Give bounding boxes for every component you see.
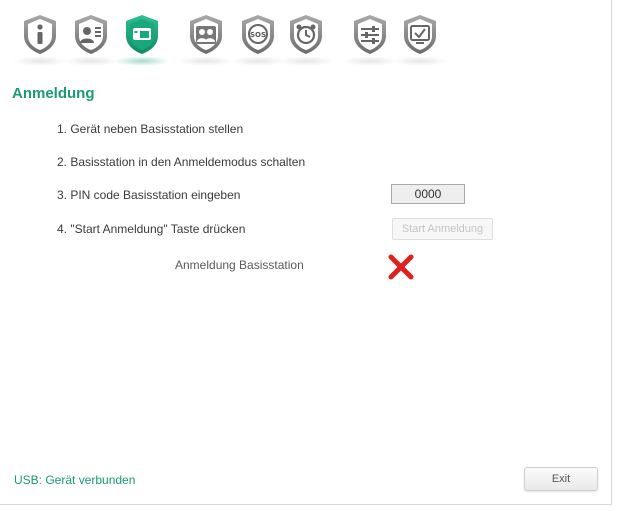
settings-sliders-icon[interactable] (342, 12, 398, 66)
error-cross-icon (386, 252, 416, 282)
toolbar: SOS (0, 0, 611, 72)
phone-registration-icon[interactable] (114, 12, 170, 66)
step-1-label: 1. Gerät neben Basisstation stellen (57, 122, 244, 136)
sos-icon[interactable]: SOS (230, 12, 286, 66)
contacts-icon[interactable] (63, 12, 119, 66)
step-2-label: 2. Basisstation in den Anmeldemodus scha… (57, 155, 306, 169)
registration-status-label: Anmeldung Basisstation (175, 258, 304, 272)
exit-button[interactable]: Exit (524, 467, 598, 491)
svg-text:SOS: SOS (250, 31, 266, 39)
people-icon[interactable] (178, 12, 234, 66)
usb-status-text: USB: Gerät verbunden (14, 473, 136, 487)
screen-check-icon[interactable] (392, 12, 448, 66)
alarm-clock-icon[interactable] (278, 12, 334, 66)
page-title: Anmeldung (12, 85, 95, 102)
step-3-label: 3. PIN code Basisstation eingeben (57, 188, 241, 202)
info-icon[interactable] (12, 12, 68, 66)
pin-code-input[interactable] (391, 184, 465, 204)
step-4-label: 4. "Start Anmeldung" Taste drücken (57, 222, 246, 236)
start-registration-button[interactable]: Start Anmeldung (392, 218, 493, 240)
app-window: SOS Anmeldung 1. Gerät neben Basisstatio… (0, 0, 612, 505)
